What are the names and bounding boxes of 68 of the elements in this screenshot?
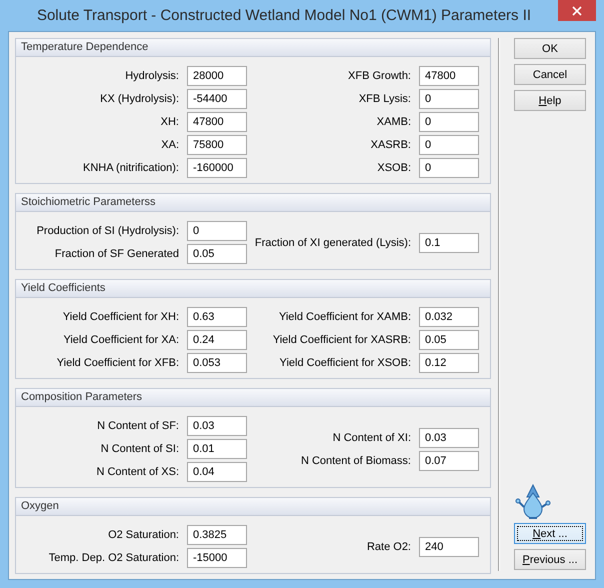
field-label: Yield Coefficient for XASRB: xyxy=(272,334,411,346)
input-field[interactable]: -15000 xyxy=(187,548,247,568)
input-field[interactable]: 0.05 xyxy=(419,330,479,350)
field-label: Yield Coefficient for XAMB: xyxy=(278,311,411,323)
field-label: N Content of XS: xyxy=(96,466,179,478)
group-header: Composition Parameters xyxy=(16,389,490,407)
window-title: Solute Transport - Constructed Wetland Model No1 (CWM1) Parameters II xyxy=(36,7,532,24)
input-field[interactable]: 0 xyxy=(419,158,479,178)
field-label: KX (Hydrolysis): xyxy=(100,93,179,105)
input-field[interactable]: 0.07 xyxy=(419,450,479,470)
input-field[interactable]: 0.3825 xyxy=(187,525,247,545)
field-label: XSOB: xyxy=(377,162,411,174)
group-header: Oxygen xyxy=(16,498,490,516)
input-field[interactable]: 0.05 xyxy=(187,244,247,264)
group-header: Temperature Dependence xyxy=(16,39,490,57)
input-field[interactable]: 0 xyxy=(419,89,479,109)
input-field[interactable]: 0.1 xyxy=(419,232,479,252)
field-label: XFB Growth: xyxy=(348,70,411,82)
input-field[interactable]: 47800 xyxy=(187,112,247,132)
field-label: Fraction of XI generated (Lysis): xyxy=(254,236,411,248)
input-field[interactable]: 0.03 xyxy=(419,428,479,448)
close-button[interactable] xyxy=(558,0,596,21)
field-label: XASRB: xyxy=(370,139,411,151)
field-label: N Content of Biomass: xyxy=(300,454,411,466)
input-field[interactable]: 0.24 xyxy=(187,330,247,350)
field-label: O2 Saturation: xyxy=(108,529,179,541)
dialog-button[interactable]: Cancel xyxy=(514,64,586,85)
field-label: XFB Lysis: xyxy=(358,93,411,105)
input-field[interactable]: 0 xyxy=(419,135,479,155)
dialog-button[interactable]: Previous ... xyxy=(514,549,586,570)
input-field[interactable]: -54400 xyxy=(187,89,247,109)
group-header: Stoichiometric Parameterss xyxy=(16,194,490,212)
field-label: XAMB: xyxy=(376,116,411,128)
input-field[interactable]: 0.01 xyxy=(187,439,247,459)
input-field[interactable]: 0.63 xyxy=(187,307,247,327)
input-field[interactable]: 47800 xyxy=(419,66,479,86)
field-label: Yield Coefficient for XA: xyxy=(63,334,179,346)
field-label: Fraction of SF Generated xyxy=(54,248,179,260)
input-field[interactable]: 0.04 xyxy=(187,462,247,482)
input-field[interactable]: 28000 xyxy=(187,66,247,86)
droplet-mascot-icon xyxy=(514,483,552,519)
input-field[interactable]: 0.032 xyxy=(419,307,479,327)
input-field[interactable]: 240 xyxy=(419,536,479,556)
input-field[interactable]: 0.03 xyxy=(187,416,247,436)
close-icon xyxy=(572,6,582,16)
field-label: N Content of SF: xyxy=(97,420,179,432)
field-label: Temp. Dep. O2 Saturation: xyxy=(48,552,179,564)
input-field[interactable]: 0 xyxy=(419,112,479,132)
input-field[interactable]: 0.053 xyxy=(187,353,247,373)
field-label: KNHA (nitrification): xyxy=(83,162,179,174)
dialog-button[interactable]: Help xyxy=(514,90,586,111)
field-label: Yield Coefficient for XSOB: xyxy=(280,357,411,369)
field-label: Hydrolysis: xyxy=(125,70,179,82)
dialog-button[interactable]: Next ... xyxy=(514,523,586,544)
dialog-button[interactable]: OK xyxy=(514,38,586,59)
field-label: Production of SI (Hydrolysis): xyxy=(36,225,179,237)
field-label: XH: xyxy=(160,116,179,128)
input-field[interactable]: 75800 xyxy=(187,135,247,155)
field-label: Rate O2: xyxy=(366,540,411,552)
field-label: N Content of XI: xyxy=(332,432,411,444)
field-label: Yield Coefficient for XH: xyxy=(62,311,179,323)
input-field[interactable]: -160000 xyxy=(187,158,247,178)
input-field[interactable]: 0.12 xyxy=(419,353,479,373)
field-label: Yield Coefficient for XFB: xyxy=(56,357,179,369)
group-header: Yield Coefficients xyxy=(16,280,490,298)
field-label: XA: xyxy=(161,139,179,151)
field-label: N Content of SI: xyxy=(100,443,179,455)
input-field[interactable]: 0 xyxy=(187,221,247,241)
